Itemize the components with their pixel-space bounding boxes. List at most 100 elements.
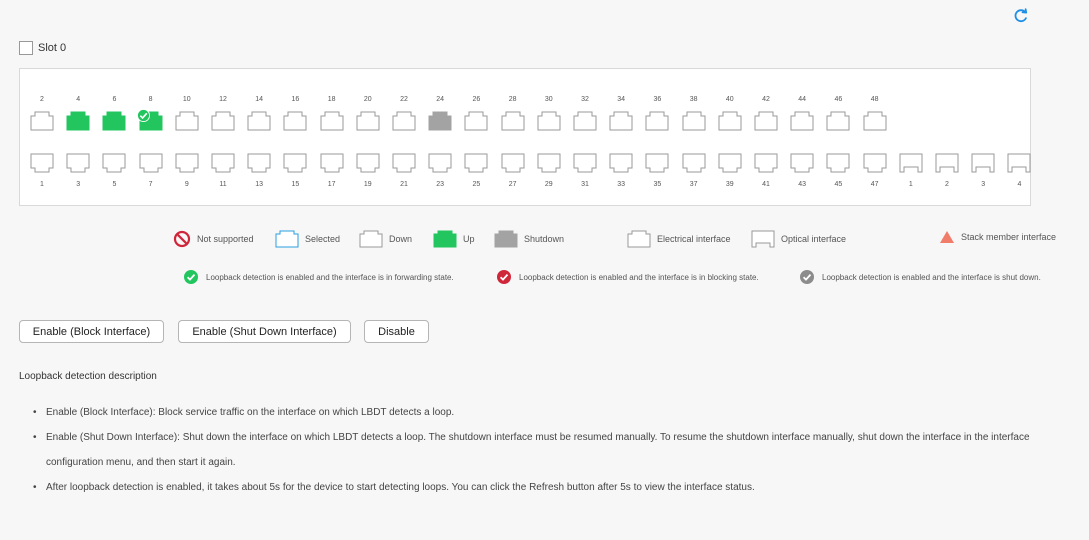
- port-number-label: 34: [617, 96, 626, 103]
- refresh-icon[interactable]: [1013, 8, 1029, 24]
- port-44[interactable]: [790, 111, 814, 131]
- port-35[interactable]: [645, 153, 669, 173]
- description-item: Enable (Shut Down Interface): Shut down …: [33, 425, 1083, 475]
- port-6[interactable]: [102, 111, 126, 131]
- port-20[interactable]: [356, 111, 380, 131]
- port-21[interactable]: [392, 153, 416, 173]
- port-26[interactable]: [464, 111, 488, 131]
- port-18[interactable]: [320, 111, 344, 131]
- port-number-label: 28: [508, 96, 517, 103]
- legend-shutdown: Shutdown: [494, 230, 564, 248]
- port-number-label: 18: [327, 96, 336, 103]
- port-13[interactable]: [247, 153, 271, 173]
- loopback-legend-blocking: Loopback detection is enabled and the in…: [497, 270, 759, 284]
- port-40[interactable]: [718, 111, 742, 131]
- port-1[interactable]: [30, 153, 54, 173]
- port-number-label: 41: [762, 181, 770, 188]
- port-number-label: 42: [762, 96, 770, 103]
- port-2[interactable]: [30, 111, 54, 131]
- check-circle-green-icon: [184, 270, 198, 284]
- port-7[interactable]: [139, 153, 163, 173]
- port-32[interactable]: [573, 111, 597, 131]
- port-42[interactable]: [754, 111, 778, 131]
- port-3[interactable]: [66, 153, 90, 173]
- legend-electrical: Electrical interface: [627, 230, 731, 248]
- port-shutdown-icon: [494, 230, 518, 248]
- port-number-label: 4: [76, 96, 81, 103]
- port-5[interactable]: [102, 153, 126, 173]
- stack-member-icon: [940, 231, 954, 243]
- optical-port-3[interactable]: [971, 153, 995, 173]
- port-number-label: 11: [219, 181, 227, 188]
- port-38[interactable]: [682, 111, 706, 131]
- port-number-label: 9: [184, 181, 189, 188]
- port-number-label: 27: [508, 181, 517, 188]
- description-item: After loopback detection is enabled, it …: [33, 475, 1083, 500]
- port-47[interactable]: [863, 153, 887, 173]
- port-number-label: 15: [291, 181, 300, 188]
- slot-label: Slot 0: [38, 42, 67, 54]
- port-25[interactable]: [464, 153, 488, 173]
- port-number-label: 4: [1017, 181, 1022, 188]
- port-16[interactable]: [283, 111, 307, 131]
- port-number-label: 44: [798, 96, 807, 103]
- port-19[interactable]: [356, 153, 380, 173]
- optical-port-4[interactable]: [1007, 153, 1031, 173]
- port-45[interactable]: [826, 153, 850, 173]
- port-41[interactable]: [754, 153, 778, 173]
- port-36[interactable]: [645, 111, 669, 131]
- port-11[interactable]: [211, 153, 235, 173]
- port-39[interactable]: [718, 153, 742, 173]
- port-34[interactable]: [609, 111, 633, 131]
- port-number-label: 43: [798, 181, 807, 188]
- port-43[interactable]: [790, 153, 814, 173]
- optical-port-2[interactable]: [935, 153, 959, 173]
- port-number-label: 39: [725, 181, 734, 188]
- enable-block-interface-button[interactable]: Enable (Block Interface): [19, 320, 164, 343]
- port-24[interactable]: [428, 111, 452, 131]
- port-29[interactable]: [537, 153, 561, 173]
- port-17[interactable]: [320, 153, 344, 173]
- description-list: Enable (Block Interface): Block service …: [33, 400, 1083, 500]
- port-number-label: 1: [908, 181, 913, 188]
- optical-port-1[interactable]: [899, 153, 923, 173]
- port-number-label: 22: [400, 96, 408, 103]
- port-48[interactable]: [863, 111, 887, 131]
- port-28[interactable]: [501, 111, 525, 131]
- port-23[interactable]: [428, 153, 452, 173]
- port-number-label: 14: [255, 96, 264, 103]
- disable-button[interactable]: Disable: [364, 320, 429, 343]
- port-number-label: 37: [689, 181, 698, 188]
- port-14[interactable]: [247, 111, 271, 131]
- port-30[interactable]: [537, 111, 561, 131]
- port-37[interactable]: [682, 153, 706, 173]
- port-number-label: 45: [834, 181, 843, 188]
- slot-selector[interactable]: Slot 0: [19, 41, 66, 55]
- port-27[interactable]: [501, 153, 525, 173]
- port-number-label: 8: [148, 96, 153, 103]
- port-33[interactable]: [609, 153, 633, 173]
- port-46[interactable]: [826, 111, 850, 131]
- legend-selected: Selected: [275, 230, 340, 248]
- port-15[interactable]: [283, 153, 307, 173]
- legend-up: Up: [433, 230, 475, 248]
- check-circle-gray-icon: [800, 270, 814, 284]
- port-number-label: 26: [472, 96, 481, 103]
- port-12[interactable]: [211, 111, 235, 131]
- port-4[interactable]: [66, 111, 90, 131]
- port-number-label: 5: [112, 181, 117, 188]
- port-number-label: 3: [76, 181, 81, 188]
- port-selected-icon: [275, 230, 299, 248]
- not-supported-icon: [173, 230, 191, 248]
- port-number-label: 6: [112, 96, 117, 103]
- port-number-label: 32: [581, 96, 589, 103]
- port-number-label: 46: [834, 96, 843, 103]
- port-31[interactable]: [573, 153, 597, 173]
- port-22[interactable]: [392, 111, 416, 131]
- port-10[interactable]: [175, 111, 199, 131]
- enable-shutdown-interface-button[interactable]: Enable (Shut Down Interface): [178, 320, 351, 343]
- port-9[interactable]: [175, 153, 199, 173]
- legend-down: Down: [359, 230, 412, 248]
- port-number-label: 7: [148, 181, 153, 188]
- slot-checkbox[interactable]: [19, 41, 33, 55]
